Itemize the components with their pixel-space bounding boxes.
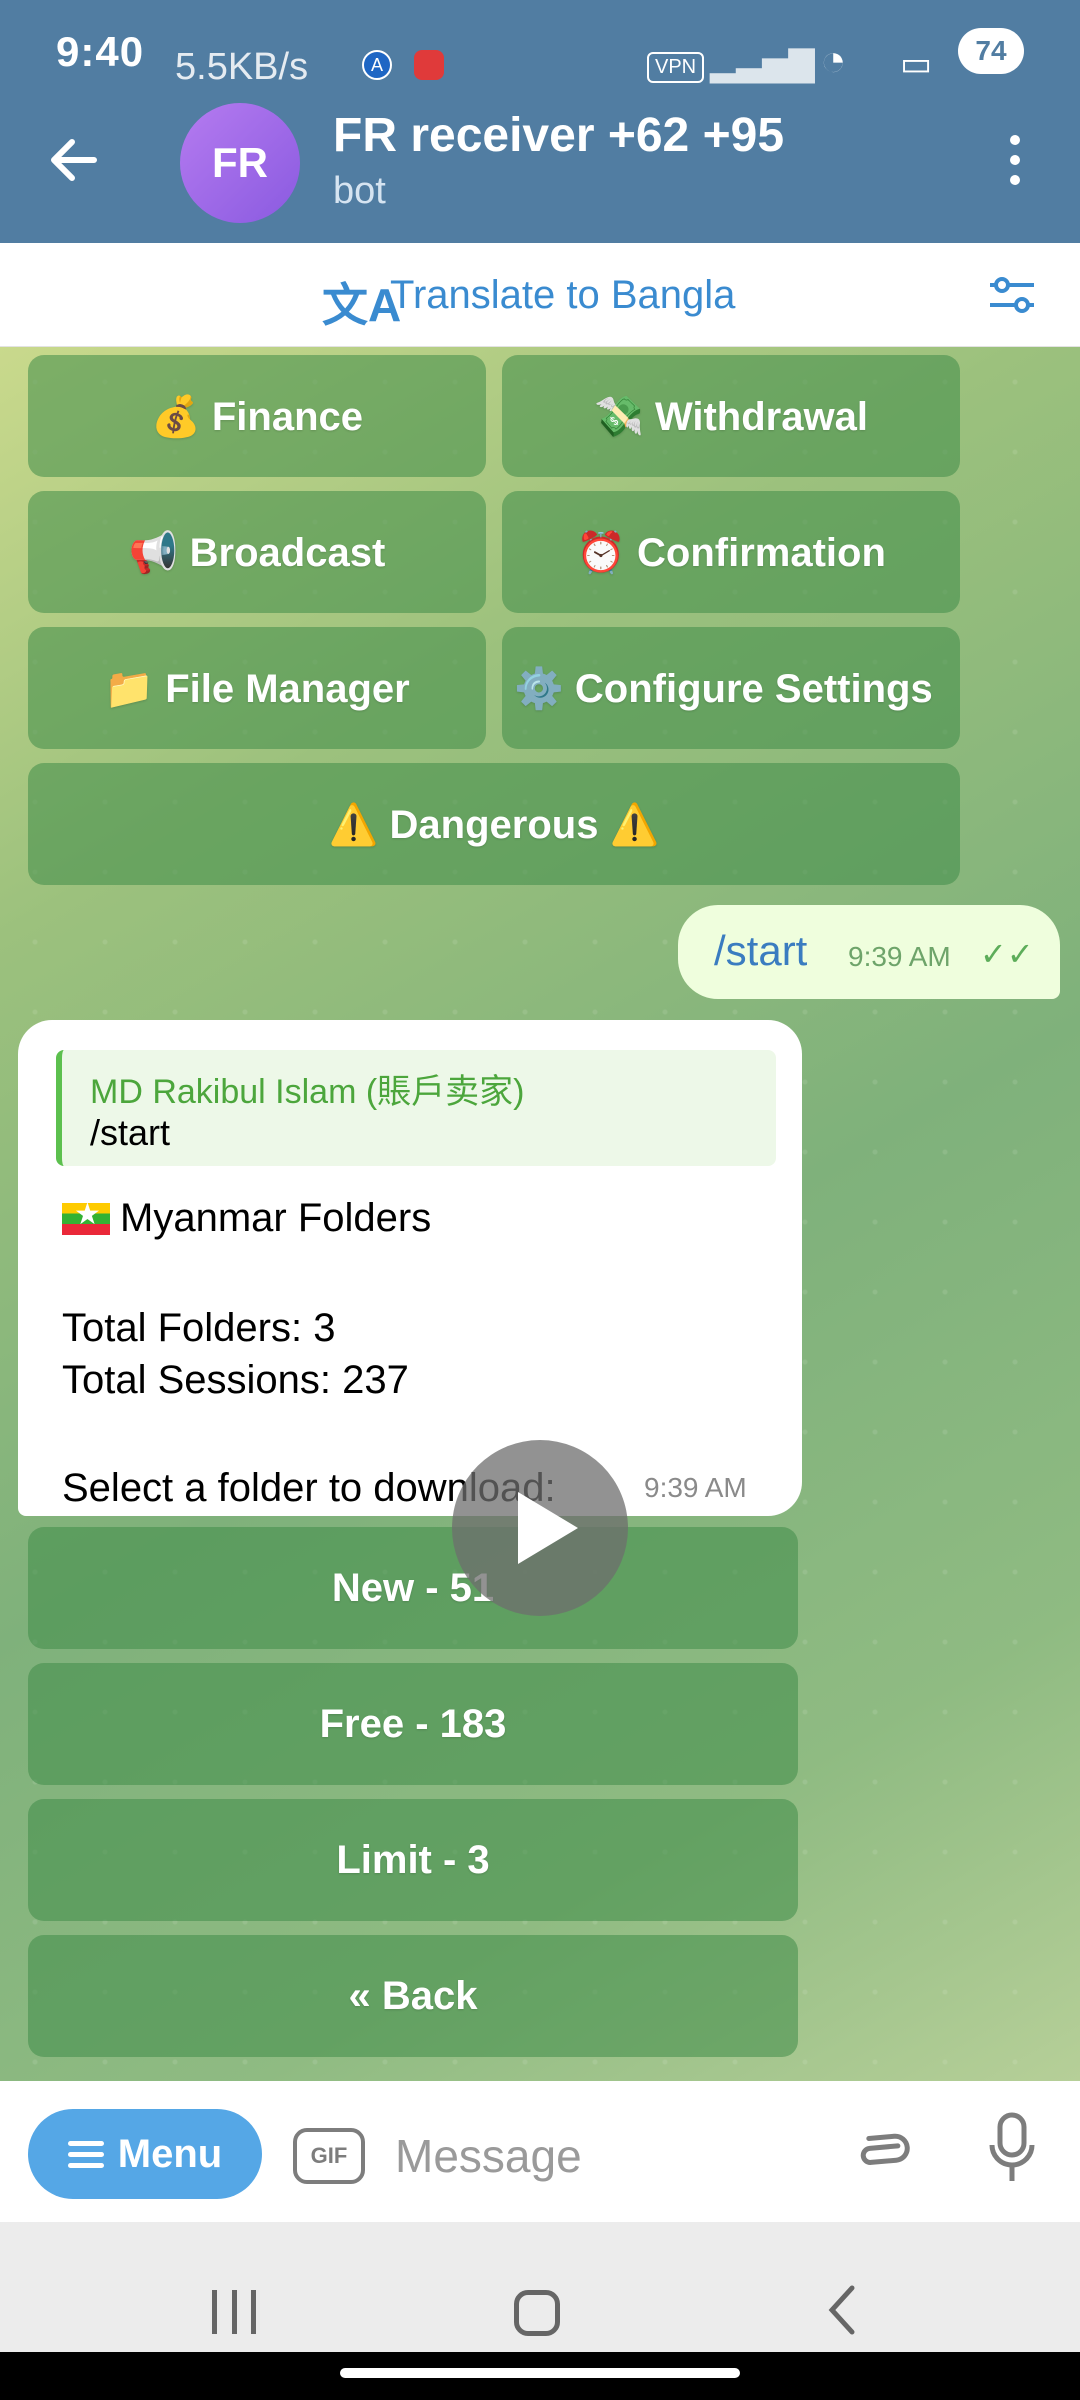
back-arrow-icon[interactable] <box>44 130 104 190</box>
folder-heading-text: Myanmar Folders <box>120 1196 432 1240</box>
net-speed: 5.5KB/s <box>175 46 309 88</box>
chat-title[interactable]: FR receiver +62 +95 <box>333 108 784 163</box>
gif-icon[interactable]: GIF <box>293 2128 365 2184</box>
battery-icon: ▭ <box>900 45 933 83</box>
microphone-icon[interactable] <box>987 2111 1037 2191</box>
gesture-pill[interactable] <box>340 2368 740 2378</box>
status-bar: 9:40 5.5KB/s A VPN ▂▃▅▇ ◔ ▭ 74 <box>0 0 1080 120</box>
myanmar-flag-icon <box>62 1197 110 1235</box>
dangerous-button[interactable]: ⚠️ Dangerous ⚠️ <box>28 763 960 885</box>
message-input[interactable] <box>395 2121 795 2191</box>
folder-heading: Myanmar Folders <box>62 1196 431 1241</box>
reply-author: MD Rakibul Islam (賬戶卖家) <box>90 1073 525 1111</box>
reply-preview[interactable]: MD Rakibul Islam (賬戶卖家) /start <box>56 1050 776 1166</box>
more-options-icon[interactable] <box>1000 135 1030 195</box>
signal-icon: ▂▃▅▇ <box>710 45 815 83</box>
tune-settings-icon[interactable] <box>988 273 1036 317</box>
menu-bars-icon <box>67 2135 104 2174</box>
wifi-icon: ◔ <box>820 36 847 85</box>
chat-header: 9:40 5.5KB/s A VPN ▂▃▅▇ ◔ ▭ 74 FR FR rec… <box>0 0 1080 243</box>
status-time: 9:40 <box>56 28 145 75</box>
translate-bar[interactable]: 文A Translate to Bangla <box>0 243 1080 347</box>
incoming-message[interactable]: MD Rakibul Islam (賬戶卖家) /start Myanmar F… <box>18 1020 802 1516</box>
total-folders: Total Folders: 3 <box>62 1306 336 1350</box>
back-button[interactable]: « Back <box>28 1935 798 2057</box>
total-sessions: Total Sessions: 237 <box>62 1358 409 1402</box>
outgoing-message[interactable]: /start 9:39 AM ✓✓ <box>678 905 1060 999</box>
reply-text: /start <box>90 1112 171 1153</box>
broadcast-button[interactable]: 📢 Broadcast <box>28 491 486 613</box>
menu-button[interactable]: Menu <box>28 2109 262 2199</box>
play-icon[interactable] <box>452 1440 628 1616</box>
notification-app-icon-2 <box>414 50 444 80</box>
translate-label[interactable]: Translate to Bangla <box>390 273 735 318</box>
folder-free-button[interactable]: Free - 183 <box>28 1663 798 1785</box>
incoming-message-time: 9:39 AM <box>644 1472 747 1503</box>
folder-new-button[interactable]: New - 51 <box>28 1527 798 1649</box>
configure-settings-button[interactable]: ⚙️ Configure Settings <box>502 627 960 749</box>
input-bar: Menu GIF <box>0 2081 1080 2222</box>
read-checkmarks-icon: ✓✓ <box>980 936 1034 972</box>
outgoing-message-text: /start <box>714 927 808 974</box>
recent-apps-icon[interactable] <box>212 2290 256 2334</box>
system-back-icon[interactable] <box>822 2280 862 2354</box>
confirmation-button[interactable]: ⏰ Confirmation <box>502 491 960 613</box>
withdrawal-button[interactable]: 💸 Withdrawal <box>502 355 960 477</box>
vpn-icon: VPN <box>647 52 705 83</box>
home-icon[interactable] <box>514 2290 560 2336</box>
outgoing-message-time: 9:39 AM <box>848 941 951 972</box>
notification-badge: 74 <box>958 28 1024 74</box>
finance-button[interactable]: 💰 Finance <box>28 355 486 477</box>
gesture-bar <box>0 2352 1080 2400</box>
folder-limit-button[interactable]: Limit - 3 <box>28 1799 798 1921</box>
menu-button-label: Menu <box>117 2131 223 2176</box>
chat-area[interactable]: 💰 Finance 💸 Withdrawal 📢 Broadcast ⏰ Con… <box>0 347 1080 2081</box>
avatar[interactable]: FR <box>180 103 300 223</box>
file-manager-button[interactable]: 📁 File Manager <box>28 627 486 749</box>
notification-app-icon: A <box>362 50 392 80</box>
chat-subtitle: bot <box>333 170 386 212</box>
attach-icon[interactable] <box>831 2106 925 2201</box>
